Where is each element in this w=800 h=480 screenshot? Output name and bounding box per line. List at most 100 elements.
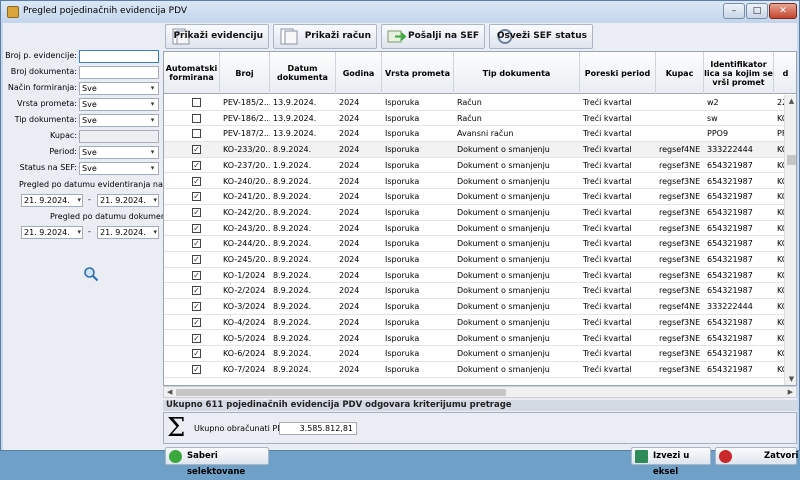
close-button[interactable]: Zatvori [715, 447, 798, 465]
document-type-select[interactable]: Sve ▾ [79, 114, 159, 127]
table-row[interactable]: ✓ KO-5/2024 8.9.2024. 2024 Isporuka Dokument … [164, 331, 787, 347]
scroll-thumb[interactable] [787, 155, 796, 165]
auto-formed-checkbox[interactable]: ✓ [192, 317, 201, 327]
column-header[interactable]: Automatski formirana [164, 52, 220, 94]
send-to-sef-button[interactable]: Pošalji na SEF [381, 24, 485, 49]
show-invoice-label: Prikaži račun [304, 31, 371, 41]
cell-kupac: regsef3NE [659, 192, 701, 202]
cell-vrsta: Isporuka [385, 207, 420, 217]
auto-formed-checkbox[interactable]: ✓ [192, 239, 201, 249]
document-date-to-picker[interactable]: 21. 9.2024. ▾ [97, 226, 159, 239]
cell-period: Treći kvartal [583, 255, 632, 264]
table-row[interactable]: ✓ KO-3/2024 8.9.2024. 2024 Isporuka Dokument … [164, 299, 787, 315]
calendar-dropdown-icon: ▾ [153, 196, 157, 204]
column-header[interactable]: Vrsta prometa [382, 52, 454, 94]
auto-formed-checkbox[interactable]: ✓ [192, 255, 201, 264]
auto-formed-checkbox[interactable] [192, 98, 201, 107]
table-row[interactable]: ✓ KO-244/20... 8.9.2024. 2024 Isporuka Dokume… [164, 236, 787, 252]
table-row[interactable]: PEV-186/2... 13.9.2024. 2024 Isporuka Račun T… [164, 111, 787, 127]
show-invoice-button[interactable]: Prikaži račun [273, 24, 377, 49]
table-row[interactable]: ✓ KO-4/2024 8.9.2024. 2024 Isporuka Dokument … [164, 315, 787, 331]
cell-datum: 8.9.2024. [273, 286, 312, 296]
table-row[interactable]: PEV-185/2... 13.9.2024. 2024 Isporuka Račun T… [164, 95, 787, 111]
auto-formed-checkbox[interactable]: ✓ [192, 286, 201, 296]
cell-vrsta: Isporuka [385, 317, 420, 327]
period-select[interactable]: Sve ▾ [79, 146, 159, 159]
auto-formed-checkbox[interactable]: ✓ [192, 270, 201, 280]
sef-status-select[interactable]: Sve ▾ [79, 162, 159, 175]
scroll-left-icon[interactable]: ◀ [167, 387, 172, 398]
auto-formed-checkbox[interactable]: ✓ [192, 333, 201, 343]
column-header[interactable]: d [774, 52, 796, 94]
column-header[interactable]: Datum dokumenta [270, 52, 336, 94]
vertical-scrollbar[interactable]: ▲ ▼ [784, 95, 796, 385]
auto-formed-checkbox[interactable]: ✓ [192, 302, 201, 312]
table-row[interactable]: ✓ KO-237/20... 1.9.2024. 2024 Isporuka Dokume… [164, 158, 787, 174]
table-row[interactable]: ✓ KO-243/20... 8.9.2024. 2024 Isporuka Dokume… [164, 221, 787, 237]
scroll-up-icon[interactable]: ▲ [785, 95, 796, 107]
cell-broj: KO-5/2024 [223, 333, 266, 343]
auto-formed-checkbox[interactable]: ✓ [192, 176, 201, 186]
customer-input[interactable] [79, 130, 159, 143]
export-excel-button[interactable]: Izvezi u eksel [631, 447, 711, 477]
refresh-sef-status-button[interactable]: Osveži SEF status [489, 24, 593, 49]
horizontal-scrollbar[interactable]: ◀ ▶ [163, 386, 797, 398]
cell-period: Treći kvartal [583, 176, 632, 186]
table-row[interactable]: ✓ KO-240/20... 8.9.2024. 2024 Isporuka Dokume… [164, 174, 787, 190]
document-date-from-picker[interactable]: 21. 9.2024. ▾ [21, 226, 83, 239]
column-header[interactable]: Poreski period [580, 52, 656, 94]
window-title: Pregled pojedinačnih evidencija PDV [23, 6, 188, 16]
scroll-thumb[interactable] [176, 389, 506, 396]
auto-formed-checkbox[interactable]: ✓ [192, 145, 201, 155]
search-icon[interactable] [83, 266, 99, 282]
cell-kupac: regsef3NE [659, 317, 701, 327]
cell-datum: 8.9.2024. [273, 349, 312, 359]
column-header[interactable]: Broj [220, 52, 270, 94]
table-row[interactable]: ✓ KO-245/20... 8.9.2024. 2024 Isporuka Dokume… [164, 252, 787, 268]
sef-date-to-picker[interactable]: 21. 9.2024. ▾ [97, 194, 159, 207]
show-record-button[interactable]: Prikaži evidenciju [165, 24, 269, 49]
column-header[interactable]: Tip dokumenta [454, 52, 580, 94]
turnover-type-select[interactable]: Sve ▾ [79, 98, 159, 111]
table-row[interactable]: ✓ KO-241/20... 8.9.2024. 2024 Isporuka Dokume… [164, 189, 787, 205]
auto-formed-checkbox[interactable]: ✓ [192, 192, 201, 202]
auto-formed-checkbox[interactable]: ✓ [192, 160, 201, 170]
close-window-button[interactable]: ✕ [769, 3, 797, 19]
cell-ident: 654321987 [707, 192, 753, 202]
cell-vrsta: Isporuka [385, 223, 420, 233]
cell-vrsta: Isporuka [385, 239, 420, 249]
auto-formed-checkbox[interactable]: ✓ [192, 364, 201, 374]
excel-icon [635, 450, 648, 463]
scroll-down-icon[interactable]: ▼ [785, 373, 796, 385]
sef-date-from-picker[interactable]: 21. 9.2024. ▾ [21, 194, 83, 207]
document-number-input[interactable] [79, 66, 159, 79]
table-row[interactable]: PEV-187/2... 13.9.2024. 2024 Isporuka Avansn… [164, 126, 786, 143]
auto-formed-checkbox[interactable]: ✓ [192, 349, 201, 359]
column-header[interactable]: Godina [336, 52, 382, 94]
cell-period: Treći kvartal [583, 239, 632, 249]
cell-godina: 2024 [339, 364, 360, 374]
table-row[interactable]: ✓ KO-7/2024 8.9.2024. 2024 Isporuka Dokument … [164, 362, 787, 378]
table-row[interactable]: ✓ KO-2/2024 8.9.2024. 2024 Isporuka Dokument … [164, 283, 787, 300]
maximize-button[interactable]: □ [746, 3, 768, 19]
auto-formed-checkbox[interactable]: ✓ [192, 207, 201, 217]
scroll-right-icon[interactable]: ▶ [788, 387, 793, 398]
column-header[interactable]: Identifikator lica sa kojim se vrši prom… [704, 52, 774, 94]
table-row[interactable]: ✓ KO-242/20... 8.9.2024. 2024 Isporuka Dokume… [164, 205, 787, 221]
auto-formed-checkbox[interactable] [192, 129, 201, 139]
record-number-input[interactable] [79, 50, 159, 63]
cell-broj: KO-1/2024 [223, 270, 266, 280]
table-row[interactable]: ✓ KO-6/2024 8.9.2024. 2024 Isporuka Dokument … [164, 346, 787, 362]
table-row[interactable]: ✓ KO-1/2024 8.9.2024. 2024 Isporuka Dokument … [164, 268, 787, 284]
minimize-button[interactable]: – [723, 3, 745, 19]
table-row[interactable]: ✓ KO-233/20... 8.9.2024. 2024 Isporuka Dokume… [164, 142, 787, 158]
cell-tip: Dokument o smanjenju [457, 270, 550, 280]
creation-mode-select[interactable]: Sve ▾ [79, 82, 159, 95]
cell-broj: KO-6/2024 [223, 349, 266, 359]
cell-tip: Avansni račun [457, 129, 514, 139]
column-header[interactable]: Kupac [656, 52, 704, 94]
auto-formed-checkbox[interactable]: ✓ [192, 223, 201, 233]
sum-selected-button[interactable]: Saberi selektovane [165, 447, 269, 477]
cell-kupac: regsef4NE [659, 302, 701, 312]
auto-formed-checkbox[interactable] [192, 113, 201, 123]
